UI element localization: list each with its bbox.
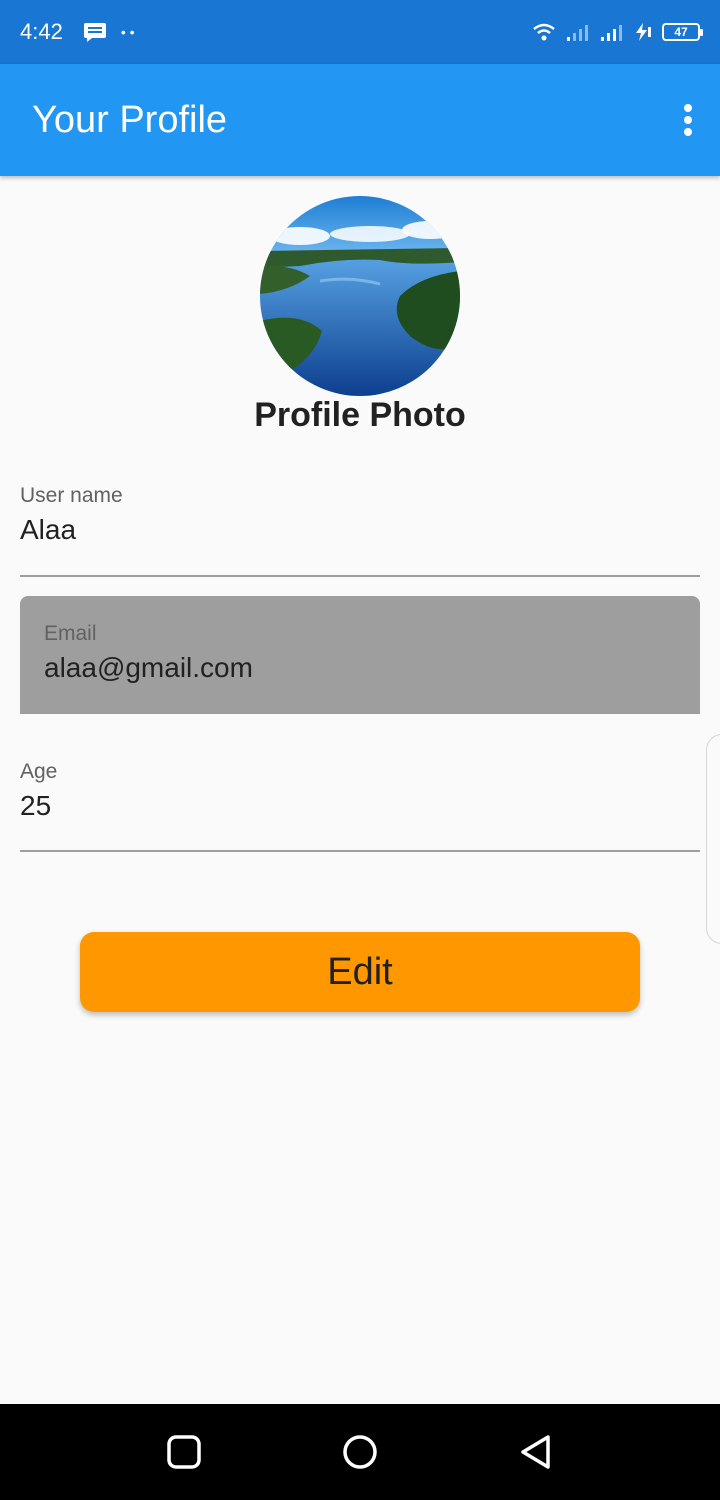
age-field[interactable]: Age 25: [20, 760, 700, 854]
edit-button[interactable]: Edit: [80, 932, 640, 1012]
status-bar: 4:42 •• 47: [0, 0, 720, 64]
profile-avatar[interactable]: [260, 196, 460, 396]
lake-landscape-image: [260, 196, 460, 396]
home-circle-icon[interactable]: [342, 1434, 378, 1470]
menu-dot: [684, 104, 692, 112]
username-underline: [20, 575, 700, 577]
email-value[interactable]: alaa@gmail.com: [44, 652, 676, 684]
status-time: 4:42: [20, 19, 63, 44]
recents-square-icon[interactable]: [166, 1434, 202, 1470]
email-label: Email: [44, 622, 97, 645]
email-field[interactable]: Email alaa@gmail.com: [20, 596, 700, 714]
charging-icon: [636, 23, 651, 41]
username-value[interactable]: Alaa: [20, 514, 700, 546]
notification-dots: ••: [120, 24, 139, 40]
profile-photo-label: Profile Photo: [254, 396, 466, 434]
back-triangle-icon[interactable]: [518, 1434, 554, 1470]
menu-dot: [684, 128, 692, 136]
age-label: Age: [20, 760, 58, 783]
username-field[interactable]: User name Alaa: [20, 484, 700, 578]
battery-icon: 47: [662, 23, 703, 41]
signal-icon: [567, 25, 588, 41]
navigation-bar: [0, 1404, 720, 1500]
username-label: User name: [20, 484, 123, 507]
wifi-icon: [533, 23, 555, 41]
menu-dot: [684, 116, 692, 124]
app-bar: Your Profile: [0, 64, 720, 176]
signal-icon: [601, 25, 622, 41]
message-icon: [83, 23, 106, 42]
status-icons: 47: [532, 22, 703, 42]
more-vert-icon[interactable]: [676, 100, 700, 140]
age-underline: [20, 850, 700, 852]
battery-level: 47: [674, 25, 688, 39]
age-value[interactable]: 25: [20, 790, 700, 822]
edge-panel-handle[interactable]: [706, 734, 720, 944]
page-title: Your Profile: [32, 98, 228, 141]
